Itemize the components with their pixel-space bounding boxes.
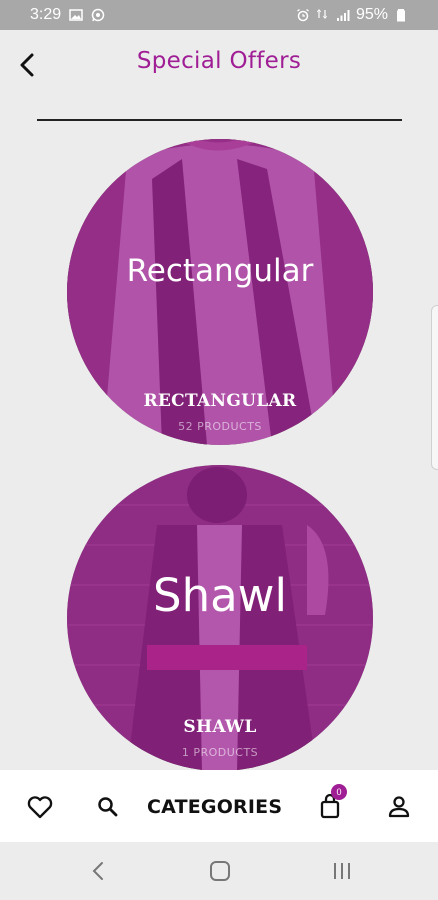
category-overlay-label: Shawl xyxy=(153,569,287,622)
system-recents-button[interactable] xyxy=(329,858,355,884)
signal-icon xyxy=(336,10,350,21)
category-card-rectangular[interactable]: Rectangular RECTANGULAR 52 PRODUCTS xyxy=(67,139,373,445)
cart-button[interactable]: 0 xyxy=(316,784,347,822)
system-home-button[interactable] xyxy=(207,858,233,884)
whatsapp-icon xyxy=(91,8,105,22)
category-overlay-label: Rectangular xyxy=(126,253,314,289)
system-back-button[interactable] xyxy=(86,858,112,884)
cart-badge: 0 xyxy=(331,784,347,800)
alarm-icon xyxy=(297,8,309,22)
category-name: SHAWL xyxy=(183,717,257,737)
image-icon xyxy=(69,9,83,21)
scroll-handle[interactable] xyxy=(431,305,438,470)
title-divider xyxy=(37,119,402,121)
battery-percent: 95% xyxy=(355,6,388,23)
system-recents-icon xyxy=(334,863,350,879)
status-bar: 3:29 95% xyxy=(0,0,438,30)
system-home-icon xyxy=(210,861,230,881)
system-nav-bar xyxy=(0,842,438,900)
app-header: Special Offers xyxy=(0,30,438,125)
category-product-count: 52 PRODUCTS xyxy=(178,420,262,433)
account-button[interactable] xyxy=(384,792,414,822)
category-name: RECTANGULAR xyxy=(143,391,297,411)
heart-icon xyxy=(27,796,53,819)
categories-tab[interactable]: CATEGORIES xyxy=(147,792,293,822)
bottom-nav: CATEGORIES 0 xyxy=(0,770,438,842)
search-icon xyxy=(98,797,118,817)
system-back-icon xyxy=(92,862,103,880)
favorites-button[interactable] xyxy=(25,792,55,822)
battery-icon xyxy=(397,9,405,22)
status-time: 3:29 xyxy=(30,6,62,23)
data-4g-icon xyxy=(316,9,327,19)
category-product-count: 1 PRODUCTS xyxy=(181,746,259,759)
category-card-shawl[interactable]: Shawl SHAWL 1 PRODUCTS xyxy=(67,465,373,771)
search-button[interactable] xyxy=(93,792,123,822)
user-icon xyxy=(388,796,410,818)
page-title: Special Offers xyxy=(136,48,302,74)
